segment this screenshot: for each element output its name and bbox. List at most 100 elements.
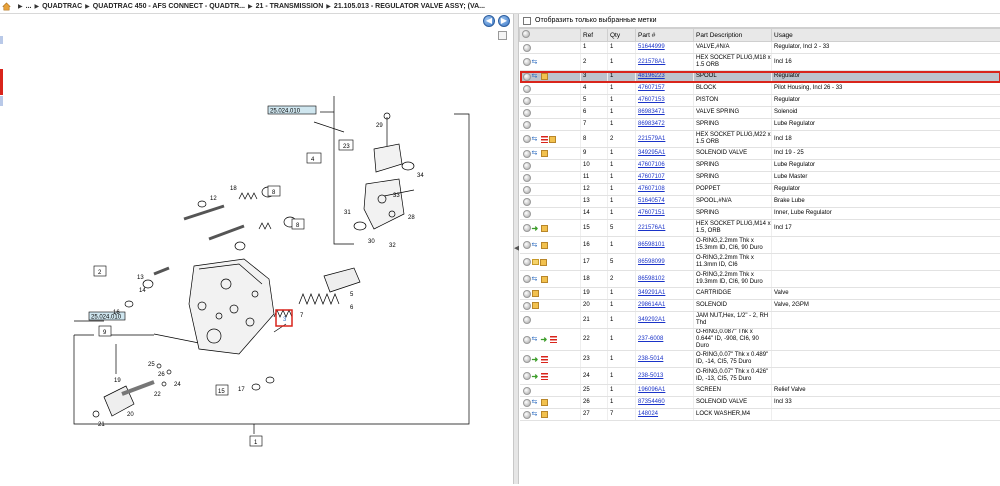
row-part-number-cell[interactable]: 86598099 — [636, 254, 694, 271]
kit-list-icon[interactable] — [541, 136, 548, 143]
row-part-number-cell[interactable]: 47607108 — [636, 184, 694, 196]
info-icon[interactable] — [523, 210, 531, 218]
info-icon[interactable] — [523, 174, 531, 182]
info-icon[interactable] — [523, 275, 531, 283]
column-header-icons[interactable] — [520, 29, 581, 42]
table-row[interactable]: 211349292A1JAM NUT,Hex, 1/2" - 2, RH Thd — [520, 312, 1000, 329]
next-page-button[interactable]: ▶ — [498, 15, 510, 27]
exploded-diagram-panel[interactable]: ◀ ▶ — [4, 14, 513, 484]
row-part-number[interactable]: 86598101 — [638, 242, 665, 248]
table-row[interactable]: 1151644999VALVE,#N/ARegulator, Incl 2 - … — [520, 42, 1000, 54]
row-part-number-cell[interactable]: 349295A1 — [636, 148, 694, 160]
row-part-number[interactable]: 349295A1 — [638, 150, 665, 156]
row-part-number[interactable]: 87354460 — [638, 399, 665, 405]
replace-arrow-icon[interactable]: ⇆ — [532, 399, 540, 406]
table-row[interactable]: 17586598099O-RING,2.2mm Thk x 11.3mm ID,… — [520, 254, 1000, 271]
zoom-fit-button[interactable] — [498, 31, 507, 40]
replace-arrow-icon[interactable]: ⇆ — [532, 276, 540, 283]
table-row[interactable]: 10147607106SPRINGLube Regulator — [520, 160, 1000, 172]
table-row[interactable]: ⇆277148024LOCK WASHER,M4 — [520, 409, 1000, 421]
info-icon[interactable] — [523, 135, 531, 143]
replace-arrow-icon[interactable]: ⇆ — [532, 242, 540, 249]
info-icon[interactable] — [523, 316, 531, 324]
table-row[interactable]: ➜241238-5013O-RING,0.07" Thk x 0.426" ID… — [520, 368, 1000, 385]
row-part-number[interactable]: 47607107 — [638, 174, 665, 180]
row-part-number[interactable]: 47607151 — [638, 210, 665, 216]
row-part-number[interactable]: 47607106 — [638, 162, 665, 168]
info-icon[interactable] — [523, 44, 531, 52]
table-row[interactable]: 14147607151SPRINGInner, Lube Regulator — [520, 208, 1000, 220]
row-part-number-cell[interactable]: 86983472 — [636, 119, 694, 131]
replace-arrow-icon[interactable]: ⇆ — [532, 136, 540, 143]
row-part-number[interactable]: 196096A1 — [638, 387, 665, 393]
show-selected-only-checkbox[interactable] — [523, 17, 531, 25]
notes-book-icon[interactable] — [540, 259, 547, 266]
breadcrumb-item[interactable]: 21 - TRANSMISSION — [256, 3, 324, 10]
row-part-number[interactable]: 148024 — [638, 411, 658, 417]
row-part-number[interactable]: 51644999 — [638, 44, 665, 50]
row-part-number-cell[interactable]: 86598102 — [636, 271, 694, 288]
replace-arrow-icon[interactable]: ⇆ — [532, 150, 540, 157]
column-header-description[interactable]: Part Description — [694, 29, 772, 42]
row-part-number[interactable]: 349291A1 — [638, 290, 665, 296]
replace-arrow-icon[interactable]: ⇆ — [532, 336, 540, 343]
row-part-number[interactable]: 51640574 — [638, 198, 665, 204]
table-row[interactable]: 5147607153PISTONRegulator — [520, 95, 1000, 107]
info-icon[interactable] — [523, 302, 531, 310]
info-icon[interactable] — [523, 186, 531, 194]
row-part-number[interactable]: 47607108 — [638, 186, 665, 192]
table-row[interactable]: ⇆➜221237-6008O-RING,0.087" Thk x 0.644" … — [520, 329, 1000, 351]
row-part-number-cell[interactable]: 47607151 — [636, 208, 694, 220]
info-icon[interactable] — [523, 97, 531, 105]
notes-book-icon[interactable] — [549, 136, 556, 143]
kit-list-icon[interactable] — [550, 336, 557, 343]
select-all-icon[interactable] — [522, 30, 530, 38]
row-part-number[interactable]: 298614A1 — [638, 302, 665, 308]
row-part-number-cell[interactable]: 47607153 — [636, 95, 694, 107]
table-row[interactable]: ⇆18286598102O-RING,2.2mm Thk x 19.3mm ID… — [520, 271, 1000, 288]
info-icon[interactable] — [523, 198, 531, 206]
table-row[interactable]: ⇆21221578A1HEX SOCKET PLUG,M18 x 1.5 ORB… — [520, 54, 1000, 71]
info-icon[interactable] — [523, 162, 531, 170]
row-part-number-cell[interactable]: 87354460 — [636, 397, 694, 409]
row-part-number[interactable]: 86598099 — [638, 259, 665, 265]
table-row[interactable]: 12147607108POPPETRegulator — [520, 184, 1000, 196]
info-icon[interactable] — [523, 150, 531, 158]
supersede-arrow-icon[interactable]: ➜ — [532, 373, 540, 380]
home-icon[interactable] — [2, 2, 11, 11]
row-part-number[interactable]: 86598102 — [638, 276, 665, 282]
table-row[interactable]: ⇆91349295A1SOLENOID VALVEIncl 19 - 25 — [520, 148, 1000, 160]
info-icon[interactable] — [523, 58, 531, 66]
row-part-number-cell[interactable]: 238-5013 — [636, 368, 694, 385]
info-icon[interactable] — [523, 241, 531, 249]
row-part-number[interactable]: 349292A1 — [638, 317, 665, 323]
info-icon[interactable] — [523, 258, 531, 266]
table-row[interactable]: 4147607157BLOCKPilot Housing, Incl 26 - … — [520, 83, 1000, 95]
table-row[interactable]: 191349291A1CARTRIDGEValve — [520, 288, 1000, 300]
replace-arrow-icon[interactable]: ⇆ — [532, 73, 540, 80]
row-part-number-cell[interactable]: 48196223 — [636, 71, 694, 83]
info-icon[interactable] — [523, 290, 531, 298]
breadcrumb-item[interactable]: QUADTRAC — [42, 3, 82, 10]
row-part-number-cell[interactable]: 349292A1 — [636, 312, 694, 329]
info-icon[interactable] — [523, 109, 531, 117]
info-icon[interactable] — [523, 411, 531, 419]
column-header-usage[interactable]: Usage — [772, 29, 1000, 42]
previous-page-button[interactable]: ◀ — [483, 15, 495, 27]
row-part-number[interactable]: 47607157 — [638, 85, 665, 91]
replace-arrow-icon[interactable]: ⇆ — [532, 411, 540, 418]
kit-list-icon[interactable] — [541, 356, 548, 363]
row-part-number-cell[interactable]: 86598101 — [636, 237, 694, 254]
breadcrumb-item[interactable]: QUADTRAC 450 - AFS CONNECT - QUADTR... — [93, 3, 245, 10]
notes-book-icon[interactable] — [541, 242, 548, 249]
replace-arrow-icon[interactable]: ⇆ — [532, 59, 540, 66]
row-part-number-cell[interactable]: 238-5014 — [636, 351, 694, 368]
notes-book-icon[interactable] — [541, 276, 548, 283]
row-part-number-cell[interactable]: 148024 — [636, 409, 694, 421]
table-row[interactable]: 7186983472SPRINGLube Regulator — [520, 119, 1000, 131]
table-row[interactable]: ⇆26187354460SOLENOID VALVEIncl 33 — [520, 397, 1000, 409]
table-row[interactable]: ⇆16186598101O-RING,2.2mm Thk x 15.3mm ID… — [520, 237, 1000, 254]
notes-book-icon[interactable] — [541, 225, 548, 232]
table-row[interactable]: ➜231238-5014O-RING,0.07" Thk x 0.489" ID… — [520, 351, 1000, 368]
table-row[interactable]: 201298614A1SOLENOIDValve, 2GPM — [520, 300, 1000, 312]
